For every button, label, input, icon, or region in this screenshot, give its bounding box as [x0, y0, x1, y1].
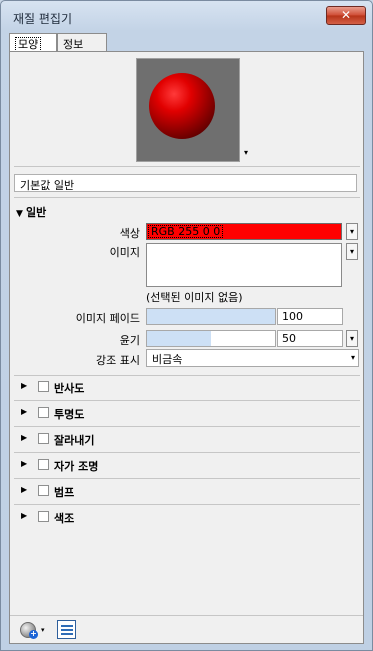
tab-appearance-label: 모양: [15, 37, 42, 52]
section-reflectivity[interactable]: ▶ 반사도: [16, 378, 356, 398]
section-label: 투명도: [54, 408, 85, 421]
reflectivity-checkbox[interactable]: [38, 381, 49, 392]
divider: [14, 166, 360, 167]
collapsed-triangle-icon: ▶: [21, 381, 28, 390]
collapsed-triangle-icon: ▶: [21, 485, 28, 494]
preview-dropdown-icon[interactable]: ▾: [244, 148, 248, 157]
highlight-select-value: 비금속: [152, 353, 183, 366]
transparency-checkbox[interactable]: [38, 407, 49, 418]
highlight-label: 강조 표시: [96, 354, 140, 367]
color-value: RGB 255 0 0: [148, 225, 224, 238]
image-fade-value[interactable]: 100: [277, 308, 343, 325]
section-label: 자가 조명: [54, 460, 99, 473]
collapsed-triangle-icon: ▶: [21, 511, 28, 520]
image-fade-slider[interactable]: [146, 308, 276, 325]
bump-checkbox[interactable]: [38, 485, 49, 496]
preview-sphere: [149, 73, 215, 139]
material-preview[interactable]: [136, 58, 240, 162]
gloss-slider[interactable]: [146, 330, 276, 347]
close-button[interactable]: ✕: [326, 6, 366, 25]
general-section-header[interactable]: ▼ 일반: [16, 204, 46, 220]
gloss-label: 윤기: [119, 334, 140, 347]
divider: [14, 478, 360, 479]
section-label: 반사도: [54, 382, 85, 395]
image-box[interactable]: [146, 243, 342, 287]
section-label: 범프: [54, 486, 75, 499]
divider: [14, 375, 360, 376]
section-tint[interactable]: ▶ 색조: [16, 508, 356, 528]
divider: [14, 426, 360, 427]
tab-appearance[interactable]: 모양: [9, 33, 57, 52]
material-name-field[interactable]: 기본값 일반: [14, 174, 357, 192]
color-label: 색상: [119, 227, 140, 240]
image-fade-slider-fill: [147, 309, 275, 324]
divider: [14, 504, 360, 505]
color-dropdown-button[interactable]: ▾: [346, 223, 358, 240]
tab-info[interactable]: 정보: [57, 33, 107, 51]
divider: [14, 400, 360, 401]
self-illumination-checkbox[interactable]: [38, 459, 49, 470]
bottom-toolbar: + ▾: [10, 615, 363, 643]
select-arrow-icon: ▾: [350, 353, 355, 362]
general-section-label: 일반: [26, 206, 47, 219]
gloss-slider-fill: [147, 331, 211, 346]
divider: [14, 197, 360, 198]
collapsed-triangle-icon: ▶: [21, 459, 28, 468]
list-line: [61, 629, 73, 631]
no-image-text: (선택된 이미지 없음): [146, 291, 243, 304]
tint-checkbox[interactable]: [38, 511, 49, 522]
image-label: 이미지: [109, 246, 140, 259]
material-list-button[interactable]: [57, 620, 76, 639]
image-fade-label: 이미지 페이드: [75, 312, 140, 325]
section-label: 색조: [54, 512, 75, 525]
expanded-triangle-icon: ▼: [16, 209, 23, 219]
tab-info-label: 정보: [63, 38, 84, 51]
list-line: [61, 633, 73, 635]
cutout-checkbox[interactable]: [38, 433, 49, 444]
gloss-dropdown-button[interactable]: ▾: [346, 330, 358, 347]
material-editor-window: 재질 편집기 ✕ 모양 정보 ▾ 기본값 일반 ▼ 일반 색상 RGB 255 0…: [0, 0, 373, 651]
divider: [14, 452, 360, 453]
section-transparency[interactable]: ▶ 투명도: [16, 404, 356, 424]
title-bar[interactable]: 재질 편집기 ✕: [1, 1, 372, 31]
add-material-icon[interactable]: +: [29, 630, 38, 639]
collapsed-triangle-icon: ▶: [21, 407, 28, 416]
color-swatch[interactable]: RGB 255 0 0: [146, 223, 342, 240]
add-material-dropdown-icon[interactable]: ▾: [41, 626, 45, 634]
appearance-panel: ▾ 기본값 일반 ▼ 일반 색상 RGB 255 0 0 ▾ 이미지 ▾ (선택된…: [9, 51, 364, 644]
collapsed-triangle-icon: ▶: [21, 433, 28, 442]
section-label: 잘라내기: [54, 434, 95, 447]
section-self-illumination[interactable]: ▶ 자가 조명: [16, 456, 356, 476]
gloss-value[interactable]: 50: [277, 330, 343, 347]
window-title: 재질 편집기: [13, 12, 73, 26]
image-dropdown-button[interactable]: ▾: [346, 243, 358, 260]
list-line: [61, 625, 73, 627]
highlight-select[interactable]: 비금속 ▾: [146, 349, 359, 367]
section-bump[interactable]: ▶ 범프: [16, 482, 356, 502]
section-cutout[interactable]: ▶ 잘라내기: [16, 430, 356, 450]
